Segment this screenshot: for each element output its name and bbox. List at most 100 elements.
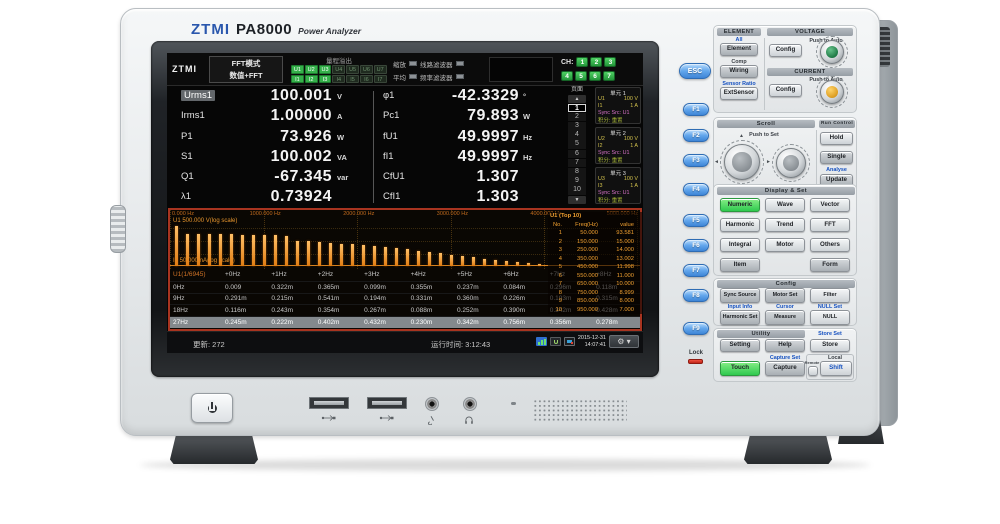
channel-button-3[interactable]: 3 [604, 57, 616, 67]
usb-device-icon [550, 337, 561, 346]
voltage-config-button[interactable]: Config [769, 44, 802, 57]
channel-button-1[interactable]: 1 [576, 57, 588, 67]
store-button[interactable]: Store [810, 339, 850, 352]
page-item-3[interactable]: 3 [568, 122, 586, 131]
display-button-harmonic[interactable]: Harmonic [720, 218, 760, 232]
element-button[interactable]: Element [720, 43, 758, 56]
esc-key[interactable]: ESC [679, 63, 711, 79]
display-button-fft[interactable]: FFT [810, 218, 850, 232]
item-button[interactable]: Item [720, 258, 760, 272]
page-item-1[interactable]: 1 [568, 104, 586, 113]
element-info-box: 单元 3U3100 VI31 ASync Src: U1积分: 重置 [595, 167, 641, 204]
top10-row: 5450.00011.998 [550, 263, 640, 272]
measurement-label: Q1 [181, 171, 194, 182]
shift-button[interactable]: Shift [820, 361, 852, 376]
page-item-8[interactable]: 8 [568, 168, 586, 177]
measurement-unit: VA [337, 153, 347, 162]
measurement-row-φ1[interactable]: φ1-42.3329° [379, 86, 533, 106]
form-button[interactable]: Form [810, 258, 850, 272]
display-button-wave[interactable]: Wave [765, 198, 805, 212]
element-name: 单元 2 [598, 129, 638, 136]
channel-button-6[interactable]: 6 [589, 71, 601, 81]
current-range-knob[interactable] [820, 80, 844, 104]
measurement-row-q1[interactable]: Q1-67.345var [167, 167, 374, 187]
display-button-motor[interactable]: Motor [765, 238, 805, 252]
config-button-filter[interactable]: Filter [810, 288, 850, 303]
function-key-f1[interactable]: F1 [683, 103, 709, 116]
function-key-f8[interactable]: F8 [683, 289, 709, 302]
measurement-row-pc1[interactable]: Pc179.893W [379, 106, 533, 126]
power-button[interactable] [191, 393, 233, 423]
page-item-6[interactable]: 6 [568, 150, 586, 159]
measurement-row-p1[interactable]: P173.926W [167, 127, 374, 147]
measurement-row-fi1[interactable]: fI149.9997Hz [379, 147, 533, 167]
measurement-column-right: φ1-42.3329°Pc179.893WfU149.9997HzfI149.9… [379, 86, 533, 208]
top10-row: 150.00093.581 [550, 229, 640, 238]
config-button-sync-source[interactable]: Sync Source [720, 288, 760, 303]
measurement-row-urms1[interactable]: Urms1100.001V [167, 86, 374, 106]
config-button-measure[interactable]: Measure [765, 310, 805, 325]
scroll-knob-2[interactable] [776, 148, 806, 178]
display-button-trend[interactable]: Trend [765, 218, 805, 232]
lcd-screen[interactable]: ZTMI FFT模式 数值+FFT 量程溢出 U1U2U3U4U5U6U7 I1… [167, 53, 643, 353]
config-button-null[interactable]: NULL [810, 310, 850, 325]
page-down-icon[interactable]: ▼ [568, 196, 586, 204]
table-cell: 0.009 [222, 284, 268, 291]
display-button-vector[interactable]: Vector [810, 198, 850, 212]
remote-key[interactable] [808, 366, 818, 376]
page-item-10[interactable]: 10 [568, 186, 586, 195]
table-row-27hz[interactable]: 27Hz0.245m0.222m0.402m0.432m0.230m0.342m… [170, 316, 640, 328]
settings-menu-button[interactable]: ⚙ ▾ [609, 335, 639, 348]
usb-icon [379, 413, 395, 423]
channel-button-2[interactable]: 2 [590, 57, 602, 67]
fft-bar [428, 252, 431, 266]
measurement-row-cfi1[interactable]: CfI11.303 [379, 187, 533, 207]
voltage-range-knob[interactable] [820, 40, 844, 64]
function-key-f6[interactable]: F6 [683, 239, 709, 252]
measurement-row-irms1[interactable]: Irms11.00000A [167, 106, 374, 126]
page-item-7[interactable]: 7 [568, 159, 586, 168]
page-up-icon[interactable]: ▲ [568, 95, 586, 103]
page-item-4[interactable]: 4 [568, 131, 586, 140]
function-key-f9[interactable]: F9 [683, 322, 709, 335]
config-button-motor-set[interactable]: Motor Set [765, 288, 805, 303]
fft-bar [296, 241, 299, 266]
scroll-knob-1[interactable] [724, 144, 760, 180]
help-button[interactable]: Help [765, 339, 805, 352]
measurement-unit: A [337, 112, 342, 121]
mode-line1: FFT模式 [232, 58, 261, 69]
wiring-button[interactable]: Wiring [720, 65, 758, 78]
capture-button[interactable]: Capture [765, 361, 805, 376]
function-key-f3[interactable]: F3 [683, 154, 709, 167]
page-item-2[interactable]: 2 [568, 113, 586, 122]
ext-sensor-button[interactable]: ExtSensor [720, 87, 758, 100]
table-cell: 0.331m [408, 295, 454, 302]
config-button-harmonic-set[interactable]: Harmonic Set [720, 310, 760, 325]
touch-button[interactable]: Touch [720, 361, 760, 376]
channel-button-4[interactable]: 4 [561, 71, 573, 81]
function-key-f2[interactable]: F2 [683, 129, 709, 142]
setting-button[interactable]: Setting [720, 339, 760, 352]
function-key-f5[interactable]: F5 [683, 214, 709, 227]
single-button[interactable]: Single [820, 151, 853, 164]
channel-button-5[interactable]: 5 [575, 71, 587, 81]
display-button-others[interactable]: Others [810, 238, 850, 252]
display-button-integral[interactable]: Integral [720, 238, 760, 252]
measurement-row-cfu1[interactable]: CfU11.307 [379, 167, 533, 187]
channel-button-7[interactable]: 7 [603, 71, 615, 81]
measurement-row-s1[interactable]: S1100.002VA [167, 147, 374, 167]
fft-bar [516, 262, 519, 266]
display-button-numeric[interactable]: Numeric [720, 198, 760, 212]
function-key-f4[interactable]: F4 [683, 183, 709, 196]
current-config-button[interactable]: Config [769, 84, 802, 97]
page-item-5[interactable]: 5 [568, 140, 586, 149]
screen-bezel: ZTMI FFT模式 数值+FFT 量程溢出 U1U2U3U4U5U6U7 I1… [151, 41, 659, 377]
integration-line: 积分: 重置 [598, 116, 638, 123]
side-knob[interactable] [110, 205, 126, 253]
measurement-row-fu1[interactable]: fU149.9997Hz [379, 127, 533, 147]
function-key-f7[interactable]: F7 [683, 264, 709, 277]
hold-button[interactable]: Hold [820, 132, 853, 145]
measurement-row-λ1[interactable]: λ10.73924 [167, 187, 374, 207]
page-item-9[interactable]: 9 [568, 177, 586, 186]
table-cell: 0.355m [408, 284, 454, 291]
